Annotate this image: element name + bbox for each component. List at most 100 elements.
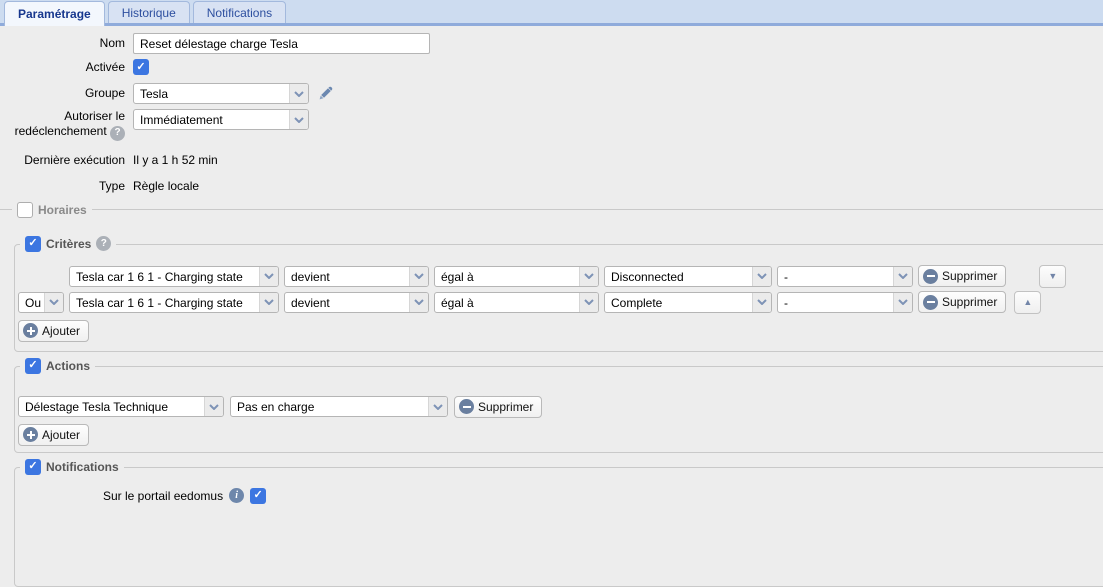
edit-group-pencil-icon[interactable] [317,85,334,102]
device-select-value: Tesla car 1 6 1 - Charging state [70,267,259,286]
chevron-down-icon [752,267,771,286]
type-label: Type [0,179,133,194]
derniere-execution-value: Il y a 1 h 52 min [133,153,218,167]
device-select[interactable]: Tesla car 1 6 1 - Charging state [69,266,279,287]
chevron-down-icon [893,267,912,286]
form-row-redeclenchement: Autoriser le redéclenchement ? Immédiate… [0,109,1103,141]
notifications-checkbox[interactable]: ✓ [25,459,41,475]
redeclenchement-select[interactable]: Immédiatement [133,109,309,130]
action-row: Délestage Tesla Technique Pas en charge … [18,396,1098,418]
settings-panel: Nom Activée ✓ Groupe Tesla [0,26,1103,587]
groupe-label: Groupe [0,86,133,101]
section-actions: ✓ Actions Délestage Tesla Technique Pas … [14,366,1103,453]
extra-select-value: - [778,293,893,312]
redeclenchement-select-value: Immédiatement [134,110,289,129]
trigger-select-value: devient [285,267,409,286]
divider [92,209,1103,210]
tab-parametrage[interactable]: Paramétrage [4,1,105,26]
portal-notification-row: Sur le portail eedomus i ✓ [103,488,1098,504]
redeclenchement-label: Autoriser le redéclenchement ? [0,109,133,141]
extra-select[interactable]: - [777,266,913,287]
help-icon[interactable]: ? [96,236,111,251]
info-icon[interactable]: i [229,488,244,503]
operator-select[interactable]: égal à [434,292,599,313]
derniere-execution-label: Dernière exécution [0,153,133,168]
chevron-down-icon [44,293,63,312]
trigger-select[interactable]: devient [284,266,429,287]
chevron-down-icon [289,110,308,129]
chevron-down-icon [428,397,447,416]
portal-notification-label: Sur le portail eedomus [103,489,223,503]
minus-icon [459,399,474,414]
portal-notification-checkbox[interactable]: ✓ [250,488,266,504]
trigger-select[interactable]: devient [284,292,429,313]
value-select[interactable]: Complete [604,292,772,313]
form-row-derniere-execution: Dernière exécution Il y a 1 h 52 min [0,153,1103,168]
minus-icon [923,269,938,284]
help-icon[interactable]: ? [110,126,125,141]
operator-select-value: égal à [435,267,579,286]
criteres-legend: Critères [46,237,91,251]
action-device-select-value: Délestage Tesla Technique [19,397,204,416]
activee-label: Activée [0,60,133,75]
form-row-activee: Activée ✓ [0,59,1103,75]
chevron-down-icon [409,293,428,312]
chevron-down-icon [259,293,278,312]
delete-criteria-button[interactable]: Supprimer [918,265,1006,287]
form-row-groupe: Groupe Tesla [0,83,1103,104]
action-value-select[interactable]: Pas en charge [230,396,448,417]
value-select-value: Disconnected [605,267,752,286]
delete-criteria-button[interactable]: Supprimer [918,291,1006,313]
action-device-select[interactable]: Délestage Tesla Technique [18,396,224,417]
nom-input[interactable] [133,33,430,54]
extra-select-value: - [778,267,893,286]
form-row-nom: Nom [0,33,1103,54]
nom-label: Nom [0,36,133,51]
groupe-select-value: Tesla [134,84,289,103]
tab-notifications[interactable]: Notifications [193,1,286,23]
device-select-value: Tesla car 1 6 1 - Charging state [70,293,259,312]
form-row-type: Type Règle locale [0,179,1103,194]
delete-action-label: Supprimer [478,400,533,414]
delete-criteria-label: Supprimer [942,269,997,283]
add-action-label: Ajouter [42,428,80,442]
operator-select-value: égal à [435,293,579,312]
section-criteres: ✓ Critères ? Tesla car 1 6 1 - Charging … [14,244,1103,352]
criteres-checkbox[interactable]: ✓ [25,236,41,252]
chevron-down-icon [579,267,598,286]
device-select[interactable]: Tesla car 1 6 1 - Charging state [69,292,279,313]
chevron-down-icon [579,293,598,312]
value-select[interactable]: Disconnected [604,266,772,287]
move-criteria-down-button[interactable]: ▼ [1039,265,1066,288]
minus-icon [923,295,938,310]
divider [0,209,12,210]
horaires-legend: Horaires [38,203,87,217]
notifications-legend: Notifications [46,460,119,474]
operator-select[interactable]: égal à [434,266,599,287]
criteria-row: Ou Tesla car 1 6 1 - Charging state devi… [18,291,1098,314]
add-action-button[interactable]: Ajouter [18,424,89,446]
extra-select[interactable]: - [777,292,913,313]
groupe-select[interactable]: Tesla [133,83,309,104]
delete-criteria-label: Supprimer [942,295,997,309]
connector-select[interactable]: Ou [18,292,64,313]
connector-select-value: Ou [19,293,44,312]
section-notifications: ✓ Notifications Sur le portail eedomus i… [14,467,1103,587]
add-criteria-button[interactable]: Ajouter [18,320,89,342]
actions-legend: Actions [46,359,90,373]
criteria-row: Tesla car 1 6 1 - Charging state devient… [18,265,1098,288]
move-criteria-up-button[interactable]: ▲ [1014,291,1041,314]
activee-checkbox[interactable]: ✓ [133,59,149,75]
chevron-down-icon [752,293,771,312]
delete-action-button[interactable]: Supprimer [454,396,542,418]
plus-icon [23,323,38,338]
chevron-down-icon [204,397,223,416]
chevron-down-icon [893,293,912,312]
chevron-down-icon [409,267,428,286]
tab-historique[interactable]: Historique [108,1,190,23]
actions-checkbox[interactable]: ✓ [25,358,41,374]
chevron-down-icon [259,267,278,286]
plus-icon [23,427,38,442]
horaires-checkbox[interactable] [17,202,33,218]
tab-bar: Paramétrage Historique Notifications [0,0,1103,26]
